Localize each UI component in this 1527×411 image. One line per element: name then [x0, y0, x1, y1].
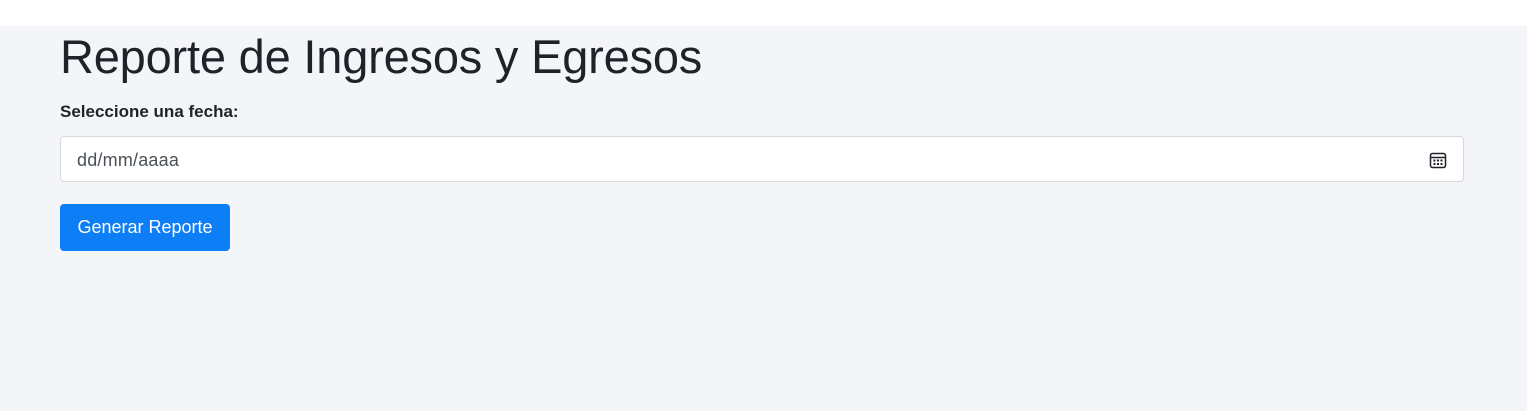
- date-input[interactable]: dd/mm/aaaa: [60, 136, 1464, 182]
- generate-report-button[interactable]: Generar Reporte: [60, 204, 230, 251]
- date-label: Seleccione una fecha:: [60, 102, 239, 121]
- page-title: Reporte de Ingresos y Egresos: [60, 30, 703, 83]
- calendar-icon[interactable]: [1429, 151, 1447, 169]
- date-placeholder: dd/mm/aaaa: [77, 150, 180, 170]
- top-bar: [0, 0, 1527, 26]
